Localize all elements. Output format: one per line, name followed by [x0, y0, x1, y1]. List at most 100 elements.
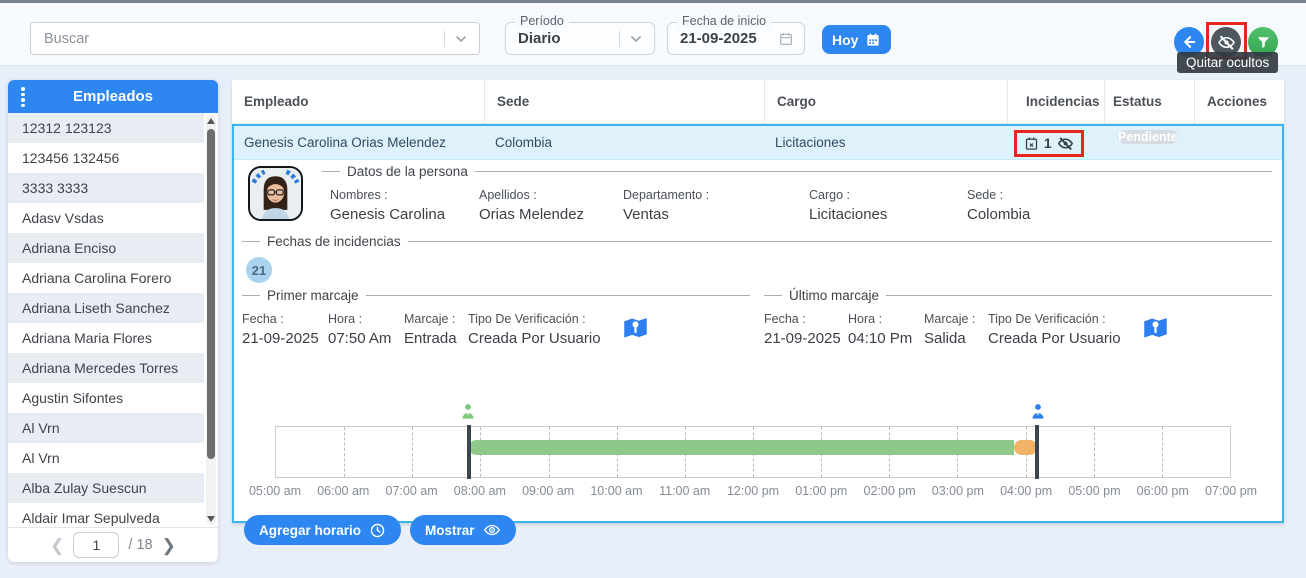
filter-icon [1255, 34, 1272, 51]
calendar-x-icon [1024, 136, 1039, 151]
map-location-icon[interactable] [1142, 314, 1169, 341]
field-value: Genesis Carolina [330, 206, 479, 223]
eye-slash-icon[interactable] [1057, 135, 1074, 152]
field-label: Sede : [967, 188, 1030, 202]
column-header-cargo[interactable]: Cargo [765, 80, 1008, 123]
tick-label: 01:00 pm [795, 484, 847, 498]
kebab-menu-icon[interactable] [21, 87, 25, 107]
fecha-inicio-input[interactable]: Fecha de inicio 21-09-2025 [667, 22, 805, 55]
field-label: Hora : [328, 312, 404, 326]
field-hora: Hora :07:50 Am [328, 312, 404, 347]
calendar-outline-icon[interactable] [778, 31, 794, 47]
tick-label: 03:00 pm [932, 484, 984, 498]
timeline-marker-entrada[interactable] [467, 425, 471, 479]
field-value: Orias Melendez [479, 206, 623, 223]
scrollbar-thumb[interactable] [207, 129, 215, 459]
mostrar-button[interactable]: Mostrar [410, 515, 516, 545]
fieldset-ultimo-marcaje: Último marcaje Fecha :21-09-2025Hora :04… [764, 288, 1272, 347]
field-label: Hora : [848, 312, 924, 326]
list-item[interactable]: Adriana Mercedes Torres [8, 353, 204, 383]
cell-incidencias: 1 [1008, 126, 1105, 160]
calendar-icon [865, 32, 881, 48]
incidencia-day-chip[interactable]: 21 [246, 257, 272, 283]
expanded-employee-panel: Genesis Carolina Orias Melendez Colombia… [232, 124, 1284, 523]
list-item[interactable]: Adriana Carolina Forero [8, 263, 204, 293]
hoy-button[interactable]: Hoy [822, 25, 891, 54]
chevron-down-icon[interactable] [628, 31, 644, 47]
column-header-acciones[interactable]: Acciones [1195, 80, 1284, 123]
persona-fields: Nombres :Genesis CarolinaApellidos :Oria… [330, 188, 1272, 223]
field-tipodeverificación: Tipo De Verificación :Creada Por Usuario [988, 312, 1138, 347]
incidencias-legend: Fechas de incidencias [267, 234, 401, 249]
field-hora: Hora :04:10 Pm [848, 312, 924, 347]
list-item[interactable]: Adriana Liseth Sanchez [8, 293, 204, 323]
field-label: Apellidos : [479, 188, 623, 202]
field-value: Licitaciones [809, 206, 967, 223]
timeline-marker-salida[interactable] [1035, 425, 1039, 479]
periodo-select[interactable]: Período Diario [505, 22, 655, 55]
eye-icon [483, 521, 501, 539]
employees-sidebar: Empleados 12312 123123123456 1324563333 … [8, 80, 218, 562]
scroll-down-icon[interactable] [207, 516, 215, 522]
field-value: Colombia [967, 206, 1030, 223]
list-item[interactable]: Al Vrn [8, 443, 204, 473]
field-label: Tipo De Verificación : [988, 312, 1138, 326]
map-location-icon-wrap[interactable] [1142, 314, 1169, 347]
chevron-down-icon[interactable] [453, 31, 469, 47]
hoy-label: Hoy [832, 32, 858, 48]
person-icon-salida [1028, 402, 1048, 427]
tick-label: 05:00 pm [1068, 484, 1120, 498]
field-label: Fecha : [242, 312, 328, 326]
periodo-label: Período [515, 14, 569, 28]
list-item[interactable]: 12312 123123 [8, 113, 204, 143]
list-item[interactable]: Adriana Maria Flores [8, 323, 204, 353]
field-value: Ventas [623, 206, 809, 223]
cell-sede: Colombia [485, 126, 765, 160]
column-header-empleado[interactable]: Empleado [232, 80, 485, 123]
agregar-horario-button[interactable]: Agregar horario [244, 515, 401, 545]
divider [619, 31, 620, 47]
next-page-button[interactable]: ❯ [162, 537, 176, 554]
list-item[interactable]: 3333 3333 [8, 173, 204, 203]
search-input[interactable]: Buscar [30, 22, 480, 55]
employees-table-panel: EmpleadoSedeCargoIncidenciasEstatusAccio… [232, 80, 1284, 523]
list-item[interactable]: Agustin Sifontes [8, 383, 204, 413]
list-item[interactable]: Adasv Vsdas [8, 203, 204, 233]
scroll-up-icon[interactable] [207, 118, 215, 124]
field-label: Marcaje : [924, 312, 988, 326]
marcajes-row: Primer marcaje Fecha :21-09-2025Hora :07… [242, 288, 1272, 347]
employee-detail: Datos de la persona Nombres :Genesis Car… [234, 160, 1282, 521]
field-value: Salida [924, 330, 988, 347]
cell-acciones [1195, 126, 1282, 160]
prev-page-button[interactable]: ❮ [50, 537, 64, 554]
scrollbar[interactable] [206, 115, 216, 525]
column-header-estatus[interactable]: Estatus [1105, 80, 1195, 123]
fieldset-fechas-incidencias: Fechas de incidencias 21 [242, 234, 1272, 283]
list-item[interactable]: Aldair Imar Sepulveda [8, 503, 204, 527]
cell-empleado: Genesis Carolina Orias Melendez [234, 126, 485, 160]
periodo-value: Diario [506, 30, 619, 47]
tick-label: 08:00 am [454, 484, 506, 498]
list-item[interactable]: Alba Zulay Suescun [8, 473, 204, 503]
column-header-incidencias[interactable]: Incidencias [1008, 80, 1105, 123]
gridline [1162, 427, 1163, 477]
arrow-left-icon [1180, 33, 1198, 51]
list-item[interactable]: Adriana Enciso [8, 233, 204, 263]
cell-estatus: Pendiente [1105, 126, 1195, 160]
tick-label: 10:00 am [590, 484, 642, 498]
page-input[interactable] [73, 532, 119, 558]
map-location-icon-wrap[interactable] [622, 314, 649, 347]
tick-label: 06:00 pm [1137, 484, 1189, 498]
map-location-icon[interactable] [622, 314, 649, 341]
column-header-sede[interactable]: Sede [485, 80, 765, 123]
tick-label: 06:00 am [317, 484, 369, 498]
table-row[interactable]: Genesis Carolina Orias Melendez Colombia… [234, 126, 1282, 160]
fieldset-datos-persona: Datos de la persona Nombres :Genesis Car… [322, 164, 1272, 223]
highlight-box-incidencias: 1 [1014, 130, 1084, 157]
list-item[interactable]: Al Vrn [8, 413, 204, 443]
field-departamento: Departamento :Ventas [623, 188, 809, 223]
list-item[interactable]: 123456 132456 [8, 143, 204, 173]
tick-label: 12:00 pm [727, 484, 779, 498]
field-label: Cargo : [809, 188, 967, 202]
primer-marcaje-fields: Fecha :21-09-2025Hora :07:50 AmMarcaje :… [242, 312, 750, 347]
